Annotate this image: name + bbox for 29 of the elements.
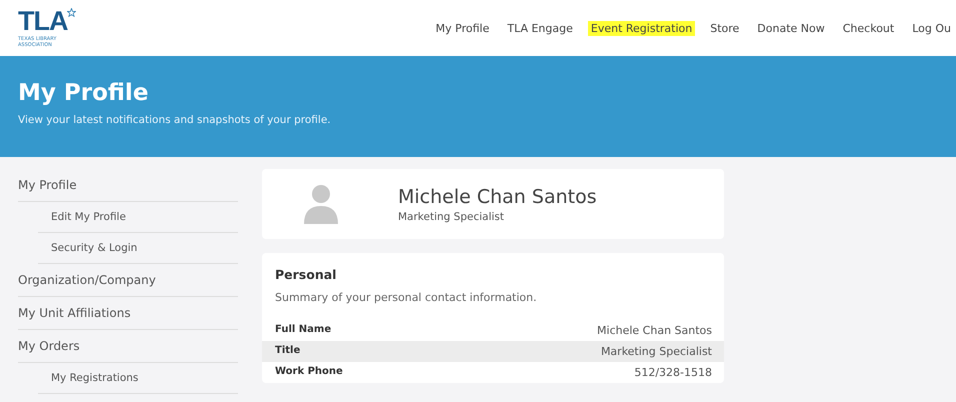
field-label: Work Phone [275, 366, 343, 379]
sidebar-subitem[interactable]: Edit My Profile [38, 202, 238, 233]
sidebar-item[interactable]: My Orders [18, 330, 238, 363]
sidebar-item[interactable]: My Unit Affiliations [18, 297, 238, 330]
field-value: Marketing Specialist [600, 345, 712, 358]
sidebar-subitem[interactable]: My Registrations [38, 363, 238, 394]
sidebar-subitem[interactable]: Security & Login [38, 233, 238, 264]
profile-name: Michele Chan Santos [398, 186, 597, 208]
logo-text: TLA [18, 8, 68, 35]
page-subtitle: View your latest notifications and snapshots of your profile. [18, 114, 332, 126]
nav-link[interactable]: TLA Engage [504, 20, 576, 36]
avatar-icon [302, 184, 340, 224]
nav-link[interactable]: Store [707, 20, 742, 36]
field-value: Michele Chan Santos [597, 324, 712, 337]
sidebar-item[interactable]: My Profile [18, 169, 238, 202]
nav-link[interactable]: Event Registration [588, 20, 696, 36]
page-title: My Profile [18, 80, 150, 106]
field-label: Full Name [275, 324, 332, 337]
section-heading: Personal [275, 267, 338, 282]
sidebar-item[interactable]: Organization/Company [18, 264, 238, 297]
section-description: Summary of your personal contact information. [275, 291, 538, 304]
field-label: Title [275, 345, 300, 358]
nav-link[interactable]: Donate Now [754, 20, 828, 36]
star-icon [67, 8, 76, 17]
nav-link[interactable]: Checkout [840, 20, 898, 36]
profile-title: Marketing Specialist [398, 210, 506, 222]
field-value: 512/328-1518 [634, 366, 712, 379]
nav-link[interactable]: Log Ou [909, 20, 954, 36]
nav-link[interactable]: My Profile [432, 20, 492, 36]
